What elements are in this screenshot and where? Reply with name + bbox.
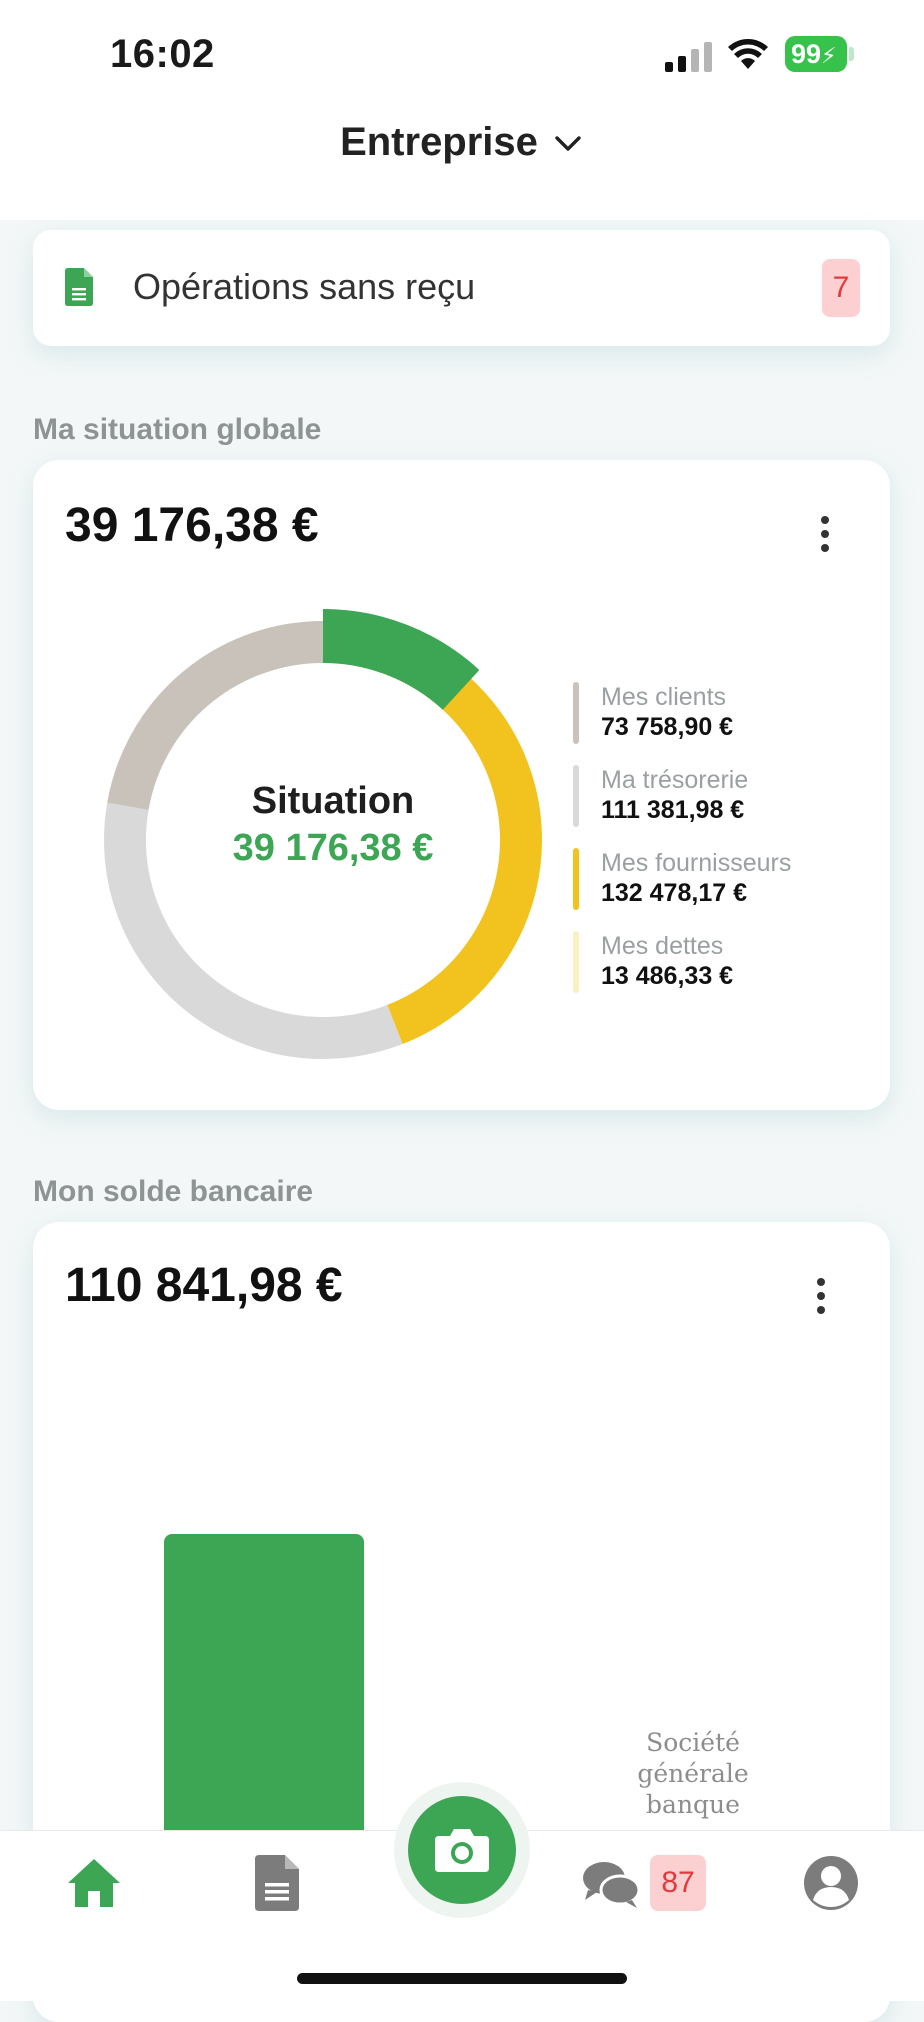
receipts-card[interactable]: Opérations sans reçu 7 xyxy=(33,230,890,346)
legend-value: 132 478,17 € xyxy=(601,879,747,907)
legend-item: Ma trésorerie 111 381,98 € xyxy=(573,765,873,827)
home-icon[interactable] xyxy=(66,1855,122,1911)
camera-icon xyxy=(435,1829,489,1872)
status-time: 16:02 xyxy=(110,32,215,76)
signal-icon xyxy=(665,42,712,72)
receipts-label: Opérations sans reçu xyxy=(133,266,476,307)
home-indicator xyxy=(297,1973,627,1984)
company-title: Entreprise xyxy=(340,120,538,164)
legend-name: Ma trésorerie xyxy=(601,766,749,794)
legend-item: Mes clients 73 758,90 € xyxy=(573,682,873,744)
situation-section-title: Ma situation globale xyxy=(33,413,322,446)
legend-item: Mes fournisseurs 132 478,17 € xyxy=(573,848,873,910)
legend-item: Mes dettes 13 486,33 € xyxy=(573,931,873,993)
legend-name: Mes clients xyxy=(601,683,727,711)
bank-more-icon[interactable] xyxy=(816,1278,826,1314)
battery-level: 99⚡ xyxy=(785,36,847,72)
company-selector[interactable]: Entreprise xyxy=(0,120,924,180)
legend-color-swatch xyxy=(573,682,579,744)
chat-icon[interactable] xyxy=(582,1860,640,1910)
receipts-count-badge: 7 xyxy=(822,259,860,317)
donut-slice-situation xyxy=(322,609,480,711)
status-bar: 16:02 99⚡ xyxy=(0,0,924,110)
camera-button[interactable] xyxy=(408,1796,516,1904)
donut-center: Situation 39 176,38 € xyxy=(93,780,573,870)
legend-name: Mes fournisseurs xyxy=(601,849,792,877)
situation-legend: Mes clients 73 758,90 € Ma trésorerie 111 3… xyxy=(573,682,873,1014)
legend-color-swatch xyxy=(573,848,579,910)
receipt-icon xyxy=(65,268,93,306)
wifi-icon xyxy=(728,39,768,69)
donut-center-title: Situation xyxy=(251,780,415,822)
legend-value: 13 486,33 € xyxy=(601,962,734,990)
messages-count-badge: 87 xyxy=(650,1855,706,1911)
donut-center-amount: 39 176,38 € xyxy=(232,827,434,869)
legend-color-swatch xyxy=(573,765,579,827)
bank-section-title: Mon solde bancaire xyxy=(33,1175,314,1208)
battery-icon: 99⚡ xyxy=(785,36,855,72)
situation-amount: 39 176,38 € xyxy=(65,499,319,552)
legend-name: Mes dettes xyxy=(601,932,724,960)
document-icon[interactable] xyxy=(255,1855,299,1911)
legend-value: 73 758,90 € xyxy=(601,713,734,741)
user-icon[interactable] xyxy=(803,1855,859,1911)
bank-bar-label: Société générale banque xyxy=(637,1728,749,1819)
legend-color-swatch xyxy=(573,931,579,993)
legend-value: 111 381,98 € xyxy=(601,796,745,824)
situation-more-icon[interactable] xyxy=(820,516,830,552)
chevron-down-icon xyxy=(555,135,581,151)
situation-card[interactable]: 39 176,38 € Situation 39 176,38 € Mes cl… xyxy=(33,460,890,1110)
bank-amount: 110 841,98 € xyxy=(65,1259,343,1312)
